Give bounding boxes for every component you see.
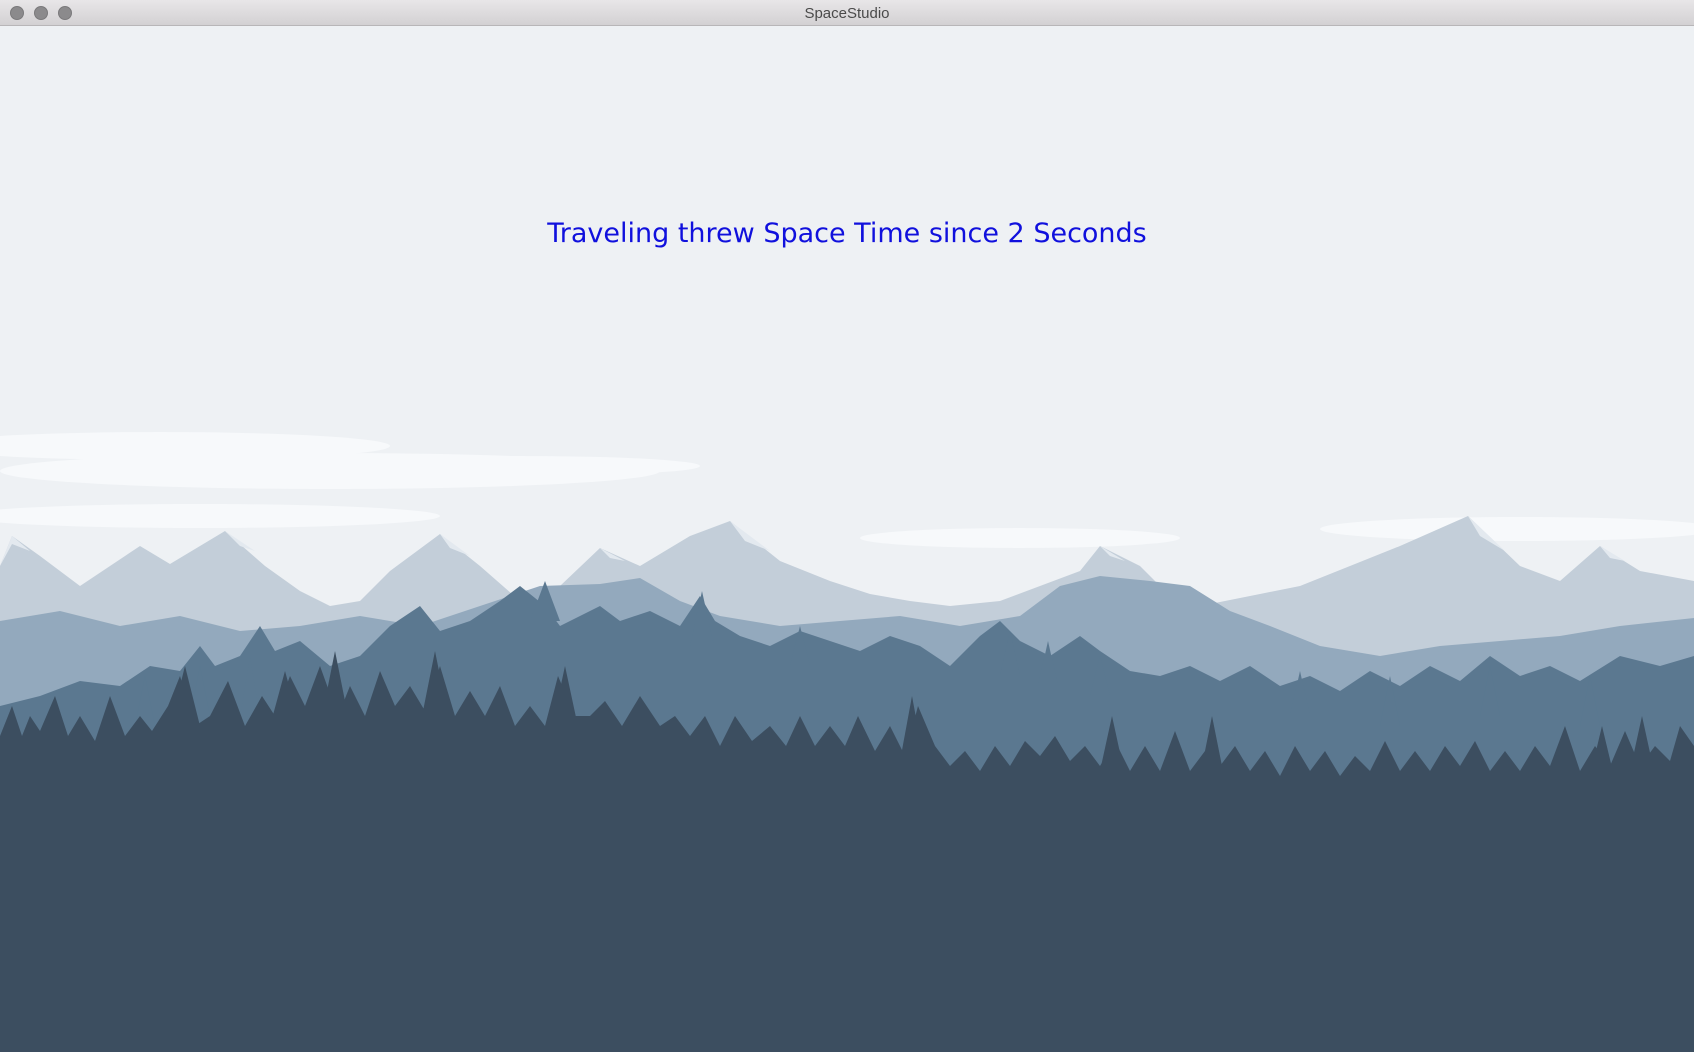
- title-bar[interactable]: SpaceStudio: [0, 0, 1694, 26]
- forest-mountain-background: [0, 432, 1694, 1052]
- app-window: SpaceStudio Traveling threw Space Time s…: [0, 0, 1694, 1052]
- travel-time-status: Traveling threw Space Time since 2 Secon…: [547, 218, 1147, 249]
- game-canvas[interactable]: Traveling threw Space Time since 2 Secon…: [0, 26, 1694, 1052]
- window-title: SpaceStudio: [804, 5, 890, 22]
